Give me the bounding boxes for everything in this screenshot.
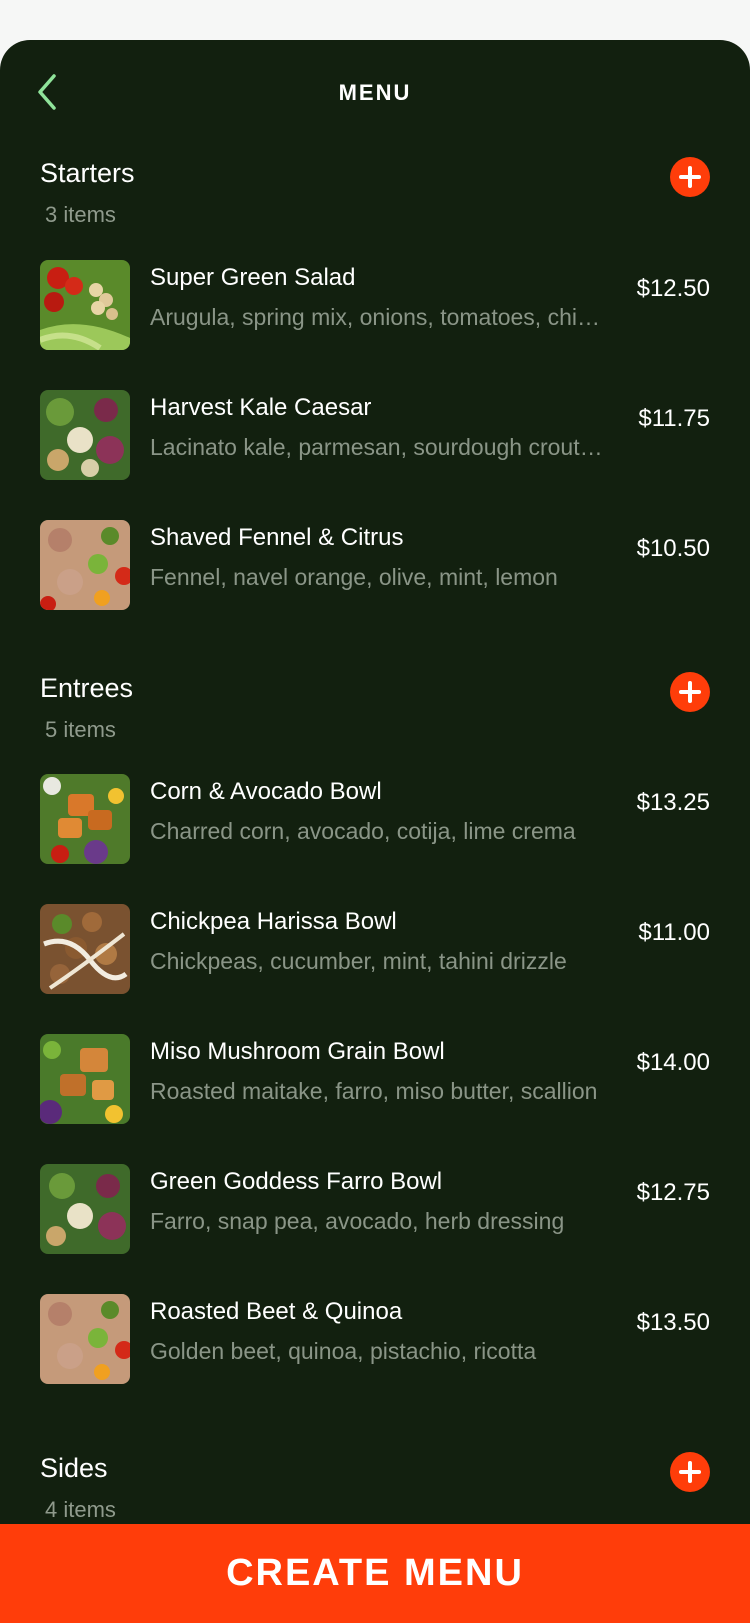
menu-item[interactable]: Roasted Beet & Quinoa Golden beet, quino… [0,1294,750,1386]
dish-price: $13.50 [636,1309,710,1336]
dish-image [40,1294,130,1384]
dish-description: Charred corn, avocado, cotija, lime crem… [150,818,576,844]
header: MENU [0,40,750,150]
dish-image [40,774,130,864]
menu-item[interactable]: Super Green Salad Arugula, spring mix, o… [0,260,750,352]
dish-description: Farro, snap pea, avocado, herb dressing [150,1208,565,1234]
dish-description: Golden beet, quinoa, pistachio, ricotta [150,1338,537,1364]
dish-image [40,260,130,350]
dish-description: Fennel, navel orange, olive, mint, lemon [150,564,558,590]
dish-description: Arugula, spring mix, onions, tomatoes, c… [150,304,610,330]
dish-price: $13.25 [636,789,710,816]
section-title: Starters [40,158,135,188]
menu-item[interactable]: Corn & Avocado Bowl Charred corn, avocad… [0,774,750,866]
dish-name: Corn & Avocado Bowl [150,778,382,805]
dish-name: Chickpea Harissa Bowl [150,908,397,935]
page-title: MENU [338,80,412,105]
create-menu-button[interactable]: CREATE MENU [0,1524,750,1623]
dish-name: Green Goddess Farro Bowl [150,1168,443,1195]
dish-name: Miso Mushroom Grain Bowl [150,1038,445,1065]
dish-image [40,520,130,610]
dish-image [40,904,130,994]
dish-price: $11.75 [638,405,710,432]
section-title: Entrees [40,673,134,703]
add-side-button[interactable] [670,1452,710,1492]
dish-price: $12.75 [636,1179,710,1206]
dish-name: Super Green Salad [150,264,356,291]
dish-name: Harvest Kale Caesar [150,394,372,421]
dish-description: Roasted maitake, farro, miso butter, sca… [150,1078,598,1104]
section-item-count: 3 items [45,202,116,227]
dish-image [40,1164,130,1254]
menu-item[interactable]: Shaved Fennel & Citrus Fennel, navel ora… [0,520,750,612]
dish-name: Shaved Fennel & Citrus [150,524,404,551]
dish-price: $14.00 [636,1049,710,1076]
add-entree-button[interactable] [670,672,710,712]
section-title: Sides [40,1453,108,1483]
dish-price: $10.50 [636,535,710,562]
menu-sheet: MENU Starters 3 items Super Green Salad [0,40,750,1623]
section-item-count: 5 items [45,717,116,742]
dish-description: Lacinato kale, parmesan, sourdough crout… [150,434,610,460]
dish-image [40,1034,130,1124]
menu-item[interactable]: Green Goddess Farro Bowl Farro, snap pea… [0,1164,750,1256]
menu-item[interactable]: Chickpea Harissa Bowl Chickpeas, cucumbe… [0,904,750,996]
menu-item[interactable]: Miso Mushroom Grain Bowl Roasted maitake… [0,1034,750,1126]
menu-item[interactable]: Harvest Kale Caesar Lacinato kale, parme… [0,390,750,482]
dish-name: Roasted Beet & Quinoa [150,1298,403,1325]
dish-price: $11.00 [638,919,710,946]
dish-image [40,390,130,480]
section-item-count: 4 items [45,1497,116,1522]
add-starter-button[interactable] [670,157,710,197]
dish-description: Chickpeas, cucumber, mint, tahini drizzl… [150,948,567,974]
dish-price: $12.50 [636,275,710,302]
